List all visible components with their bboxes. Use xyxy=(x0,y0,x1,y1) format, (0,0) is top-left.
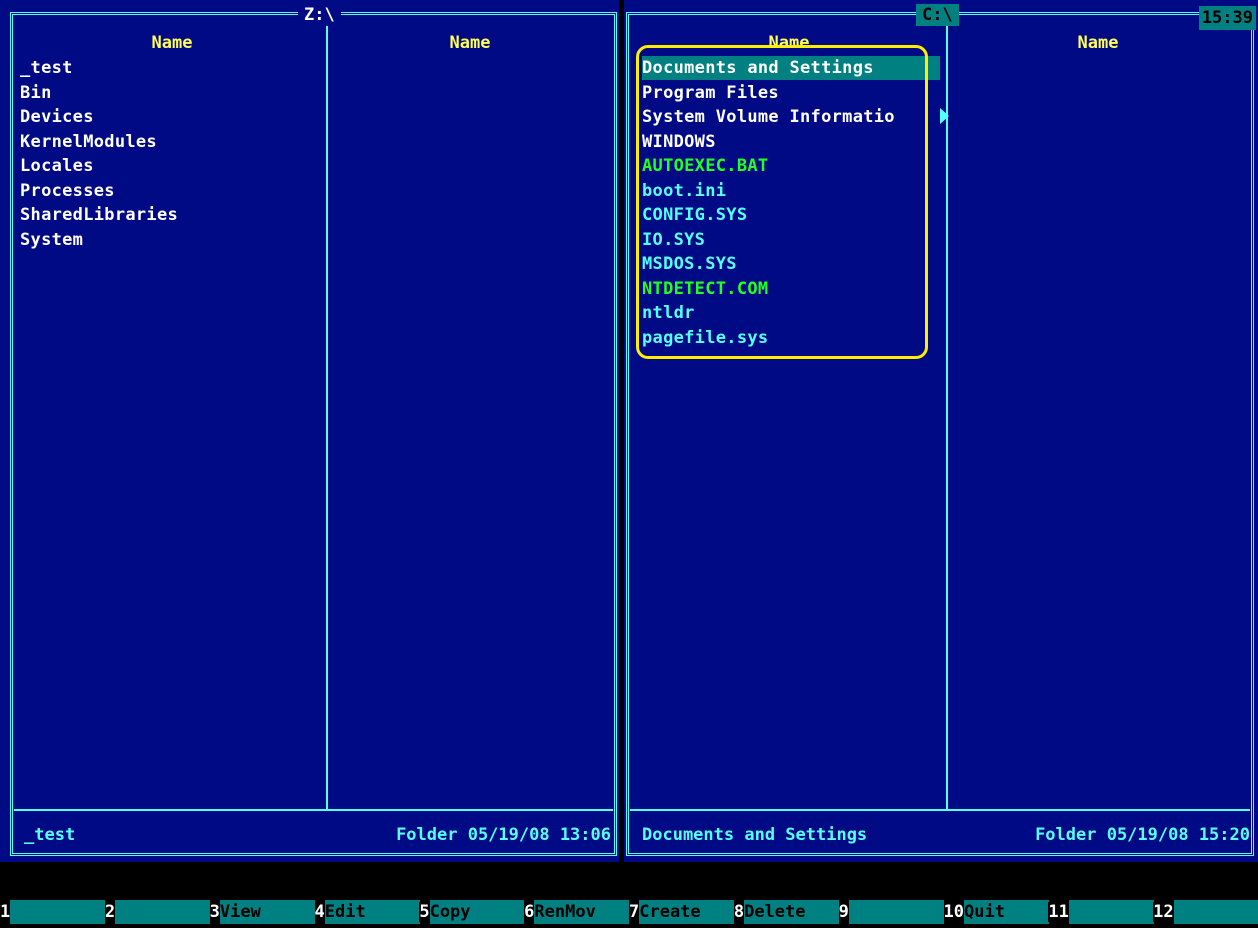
function-key-number: 3 xyxy=(209,902,220,922)
function-key-f12[interactable]: 12 xyxy=(1153,900,1258,924)
right-column-header-2[interactable]: Name xyxy=(950,32,1246,54)
file-item[interactable]: Locales xyxy=(20,154,94,178)
function-key-f3[interactable]: 3View xyxy=(209,900,315,924)
function-key-f6[interactable]: 6RenMov xyxy=(524,900,630,924)
left-panel-path[interactable]: Z:\ xyxy=(298,4,341,26)
function-key-label: View xyxy=(219,900,315,924)
function-key-f9[interactable]: 9 xyxy=(838,900,944,924)
function-key-f2[interactable]: 2 xyxy=(104,900,210,924)
function-key-label: Create xyxy=(639,900,735,924)
right-panel-path[interactable]: C:\ xyxy=(916,4,959,26)
function-key-number: 4 xyxy=(314,902,325,922)
function-key-label: Quit xyxy=(963,900,1049,924)
function-key-label xyxy=(1068,900,1154,924)
left-column-header-1[interactable]: Name xyxy=(20,32,324,54)
function-key-f4[interactable]: 4Edit xyxy=(314,900,420,924)
function-key-number: 10 xyxy=(943,902,964,922)
function-key-number: 5 xyxy=(419,902,430,922)
function-key-label xyxy=(115,900,210,924)
function-key-number: 12 xyxy=(1153,902,1174,922)
function-key-number: 1 xyxy=(0,902,11,922)
name-truncation-arrow-icon xyxy=(940,108,949,124)
right-column-divider xyxy=(946,16,948,809)
file-item[interactable]: Devices xyxy=(20,105,94,129)
file-item[interactable]: KernelModules xyxy=(20,130,157,154)
function-key-number: 6 xyxy=(524,902,535,922)
left-status-divider xyxy=(14,809,613,811)
right-status-divider xyxy=(630,809,1250,811)
right-status-info: Folder 05/19/08 15:20 xyxy=(1035,825,1250,845)
function-key-label xyxy=(848,900,944,924)
function-key-f10[interactable]: 10Quit xyxy=(943,900,1049,924)
left-status-info: Folder 05/19/08 13:06 xyxy=(396,825,611,845)
file-item[interactable]: SharedLibraries xyxy=(20,203,178,227)
function-key-number: 7 xyxy=(629,902,640,922)
right-status-name: Documents and Settings xyxy=(642,825,868,845)
function-key-f5[interactable]: 5Copy xyxy=(419,900,525,924)
function-key-f11[interactable]: 11 xyxy=(1048,900,1154,924)
function-key-label: RenMov xyxy=(534,900,630,924)
left-status-name: _test xyxy=(24,825,76,845)
function-key-label xyxy=(1173,900,1258,924)
file-item[interactable]: Bin xyxy=(20,81,52,105)
function-key-f7[interactable]: 7Create xyxy=(629,900,735,924)
function-key-number: 8 xyxy=(733,902,745,922)
right-file-panel: C:\ 15:39 Name Name Documents and Settin… xyxy=(624,0,1258,862)
function-key-number: 11 xyxy=(1048,902,1069,922)
function-key-f1[interactable]: 1 xyxy=(0,900,106,924)
function-key-f8[interactable]: 8Delete xyxy=(733,900,839,924)
function-key-label: Copy xyxy=(429,900,525,924)
function-key-label: Edit xyxy=(324,900,420,924)
left-file-panel: Z:\ Name Name _test Bin Devices KernelModul… xyxy=(0,0,619,862)
function-key-number: 9 xyxy=(838,902,849,922)
left-column-header-2[interactable]: Name xyxy=(330,32,610,54)
file-item[interactable]: _test xyxy=(20,56,73,80)
file-item[interactable]: Processes xyxy=(20,179,115,203)
function-key-label: Delete xyxy=(744,900,839,924)
function-key-number: 2 xyxy=(104,902,116,922)
left-column-divider xyxy=(326,16,328,809)
function-key-label xyxy=(10,900,106,924)
clock: 15:39 xyxy=(1198,6,1256,30)
highlight-annotation xyxy=(636,45,928,359)
file-item[interactable]: System xyxy=(20,228,83,252)
